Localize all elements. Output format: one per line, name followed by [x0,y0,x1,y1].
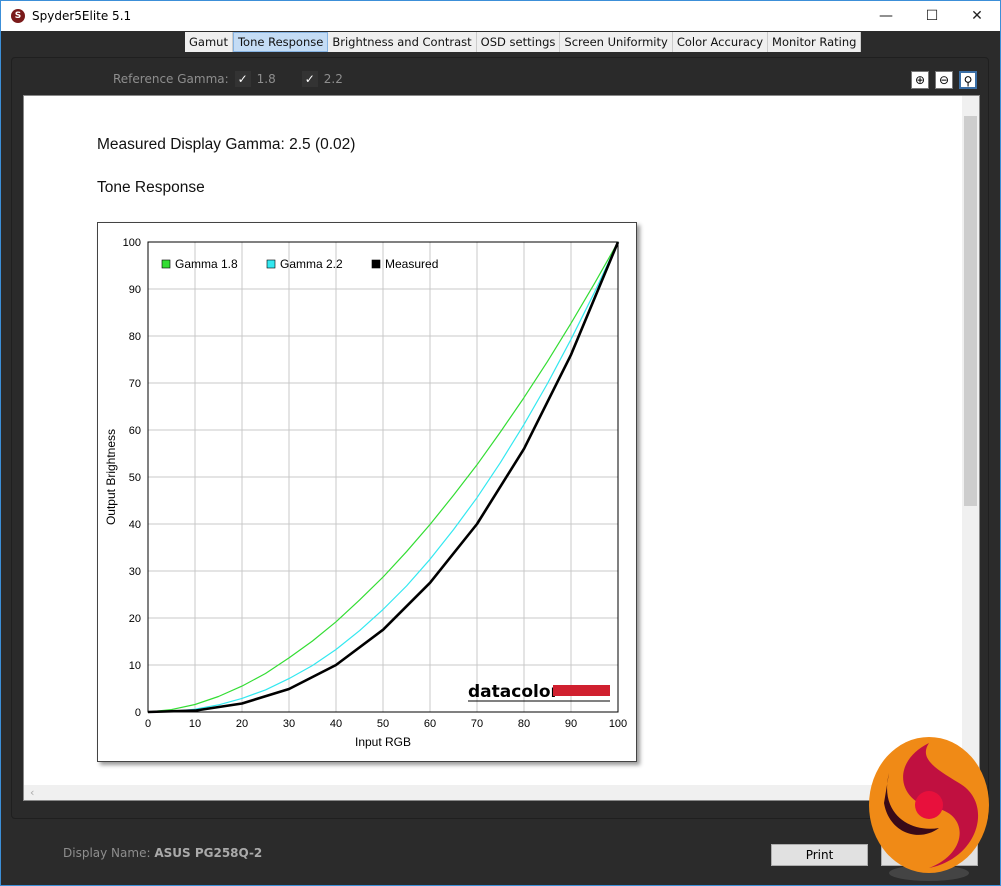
vertical-scrollbar[interactable] [962,96,979,786]
title-bar: S Spyder5Elite 5.1 — ☐ ✕ [1,1,1000,31]
zoom-out-icon[interactable]: ⊖ [935,71,953,89]
x-tick-label: 50 [377,718,389,730]
legend-label: Gamma 1.8 [175,257,238,271]
x-tick-label: 0 [145,718,151,730]
measured-gamma-text: Measured Display Gamma: 2.5 (0.02) [97,136,356,153]
tab-gamut[interactable]: Gamut [185,32,233,52]
x-tick-label: 90 [565,718,577,730]
legend-swatch [161,259,171,269]
y-tick-label: 20 [129,613,141,625]
vertical-scroll-thumb[interactable] [964,116,977,506]
x-tick-label: 100 [609,718,627,730]
gamma-1-8-label: 1.8 [256,72,276,86]
display-name-value: ASUS PG258Q-2 [154,846,263,860]
tab-osd-settings[interactable]: OSD settings [476,32,561,52]
y-tick-label: 70 [129,378,141,390]
tab-monitor-rating[interactable]: Monitor Rating [768,32,862,52]
maximize-button[interactable]: ☐ [909,1,955,31]
close-button[interactable]: ✕ [954,1,1000,31]
reference-gamma: Reference Gamma: ✓ 1.8 ✓ 2.2 [113,71,343,87]
x-tick-label: 20 [236,718,248,730]
watermark-logo [869,737,989,881]
legend-label: Measured [385,257,438,271]
tab-color-accuracy[interactable]: Color Accuracy [672,32,769,52]
y-axis-label: Output Brightness [104,429,118,525]
minimize-button[interactable]: — [863,1,909,31]
tab-tone-response[interactable]: Tone Response [232,32,329,52]
gamma-1-8-checkbox[interactable]: ✓ [234,71,251,87]
x-tick-label: 70 [471,718,483,730]
y-tick-label: 80 [129,331,141,343]
legend-swatch [266,259,276,269]
display-name-label: Display Name: [63,846,151,860]
spyder-app-icon: S [11,9,25,23]
print-button[interactable]: Print [771,844,868,866]
datacolor-watermark: datacolor [468,682,560,702]
zoom-in-icon[interactable]: ⊕ [911,71,929,89]
section-title: Tone Response [97,179,205,196]
x-tick-label: 60 [424,718,436,730]
x-tick-label: 30 [283,718,295,730]
report-view: Measured Display Gamma: 2.5 (0.02) Tone … [23,95,980,801]
y-tick-label: 0 [135,707,141,719]
y-tick-label: 50 [129,472,141,484]
window-title: Spyder5Elite 5.1 [32,9,132,23]
tab-screen-uniformity[interactable]: Screen Uniformity [560,32,673,52]
display-name: Display Name: ASUS PG258Q-2 [63,846,262,860]
x-tick-label: 10 [189,718,201,730]
y-tick-label: 60 [129,425,141,437]
y-tick-label: 100 [123,237,141,249]
x-tick-label: 80 [518,718,530,730]
app-window: S Spyder5Elite 5.1 — ☐ ✕ Gamut Tone Resp… [0,0,1001,886]
legend-swatch [371,259,381,269]
datacolor-bar [553,685,610,696]
y-tick-label: 30 [129,566,141,578]
chart-svg: 0 10 20 30 40 50 60 70 80 90 100 0 10 20 30 40 50 60 70 80 9… [104,237,627,749]
y-tick-label: 40 [129,519,141,531]
horizontal-scrollbar[interactable]: ‹ [24,785,964,800]
x-axis-label: Input RGB [355,735,411,749]
y-tick-label: 10 [129,660,141,672]
gamma-2-2-label: 2.2 [323,72,343,86]
x-tick-label: 40 [330,718,342,730]
zoom-fit-icon[interactable]: ⚲ [959,71,977,89]
gamma-2-2-checkbox[interactable]: ✓ [301,71,318,87]
tab-bar: Gamut Tone Response Brightness and Contr… [185,32,862,52]
tone-response-chart: 0 10 20 30 40 50 60 70 80 90 100 0 10 20 30 40 50 60 70 80 9… [97,222,637,762]
y-tick-label: 90 [129,284,141,296]
tab-brightness-contrast[interactable]: Brightness and Contrast [328,32,477,52]
legend-label: Gamma 2.2 [280,257,343,271]
reference-gamma-label: Reference Gamma: [113,72,229,86]
